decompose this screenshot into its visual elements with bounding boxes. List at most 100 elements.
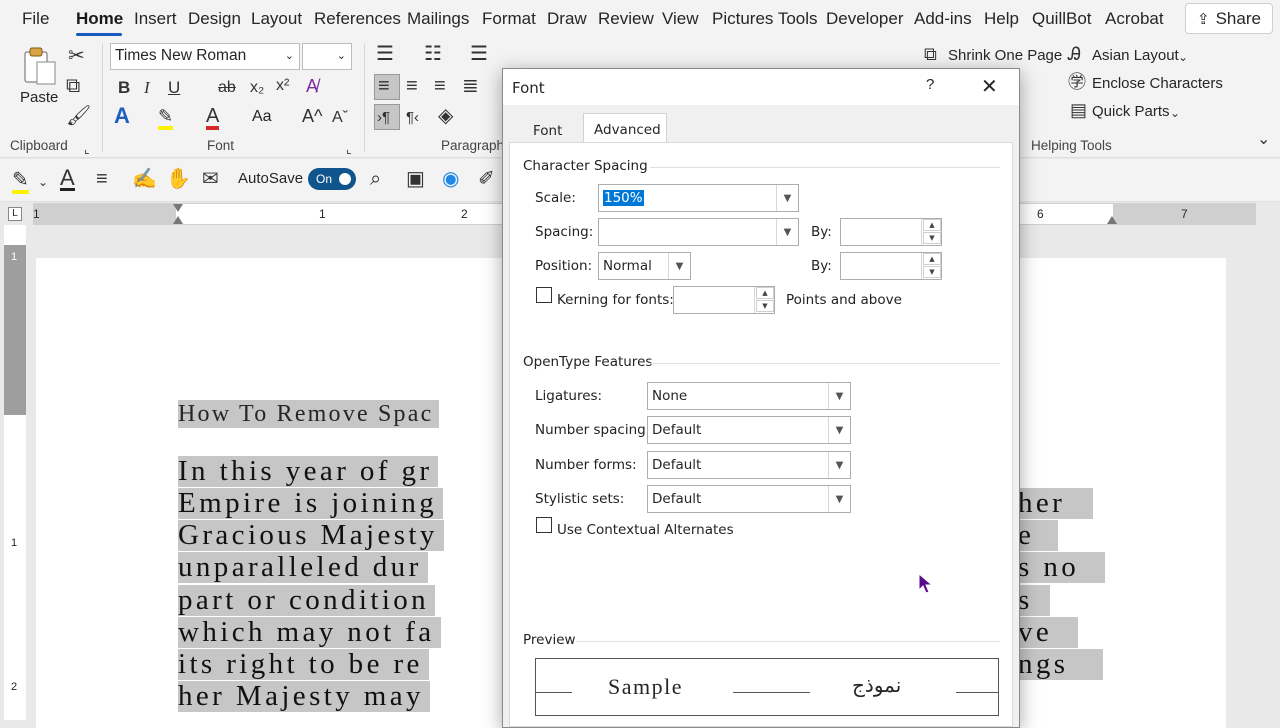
tab-mailings[interactable]: Mailings xyxy=(407,9,469,29)
tab-references[interactable]: References xyxy=(314,9,401,29)
spin-up-icon[interactable]: ▲ xyxy=(923,219,941,231)
tab-insert[interactable]: Insert xyxy=(134,9,177,29)
kerning-checkbox[interactable] xyxy=(536,287,552,303)
tab-acrobat[interactable]: Acrobat xyxy=(1105,9,1164,29)
superscript-icon[interactable]: x² xyxy=(276,76,289,96)
document-line-fragment[interactable]: s no xyxy=(1018,552,1105,583)
scale-combo[interactable]: 150% ▼ xyxy=(598,184,799,212)
clear-formatting-icon[interactable]: A̸ xyxy=(306,76,318,96)
asian-layout-button[interactable]: Asian Layout xyxy=(1092,47,1179,64)
highlighter-icon[interactable]: ✎ xyxy=(12,170,29,194)
align-icon[interactable]: ≡ xyxy=(96,169,108,189)
dialog-launcher-icon[interactable]: ⌞ xyxy=(346,139,352,159)
document-line[interactable]: unparalleled dur xyxy=(178,552,428,583)
tab-file[interactable]: File xyxy=(22,9,49,29)
tab-review[interactable]: Review xyxy=(598,9,654,29)
signature-icon[interactable]: ✉ xyxy=(202,169,219,189)
copy-icon[interactable]: ⧉ xyxy=(66,76,80,96)
tab-pictures-tools[interactable]: Pictures Tools xyxy=(712,9,818,29)
align-right-icon[interactable]: ≡ xyxy=(434,76,446,96)
position-by-spinner[interactable]: ▲ ▼ xyxy=(840,252,942,280)
collapse-ribbon-icon[interactable]: ⌄ xyxy=(1257,130,1270,150)
tab-font[interactable]: Font xyxy=(533,123,562,139)
tab-help[interactable]: Help xyxy=(984,9,1019,29)
underline-icon[interactable]: U xyxy=(168,78,180,98)
text-effects-icon[interactable]: A xyxy=(114,105,130,127)
document-line-fragment[interactable]: e xyxy=(1018,520,1058,551)
chevron-down-icon[interactable]: ▼ xyxy=(776,185,798,211)
spinner-arrows[interactable]: ▲ ▼ xyxy=(754,287,774,313)
font-color-icon[interactable]: A xyxy=(60,167,75,191)
document-line[interactable]: its right to be re xyxy=(178,649,429,680)
vertical-ruler[interactable]: 1 1 2 xyxy=(4,225,26,720)
rtl-icon[interactable]: ¶‹ xyxy=(406,108,419,128)
tab-quillbot[interactable]: QuillBot xyxy=(1032,9,1092,29)
document-line[interactable]: which may not fa xyxy=(178,617,441,648)
enclose-characters-button[interactable]: Enclose Characters xyxy=(1092,75,1223,92)
spin-down-icon[interactable]: ▼ xyxy=(923,232,941,244)
spinner-arrows[interactable]: ▲ ▼ xyxy=(921,219,941,245)
shading-icon[interactable]: ◈ xyxy=(438,106,453,126)
bullets-icon[interactable]: ☰ xyxy=(376,44,394,64)
align-center-icon[interactable]: ≡ xyxy=(406,76,418,96)
right-indent-marker[interactable] xyxy=(1107,216,1117,224)
numbering-icon[interactable]: ☷ xyxy=(424,44,442,64)
spin-down-icon[interactable]: ▼ xyxy=(756,300,774,312)
chevron-down-icon[interactable]: ▼ xyxy=(776,219,798,245)
document-line-fragment[interactable]: her xyxy=(1018,488,1093,519)
strikethrough-icon[interactable]: ab xyxy=(218,78,236,98)
search-icon[interactable]: ⌕ xyxy=(370,169,381,189)
spacing-combo[interactable]: ▼ xyxy=(598,218,799,246)
chevron-down-icon[interactable]: ▼ xyxy=(828,452,850,478)
document-line[interactable]: Empire is joining xyxy=(178,488,444,519)
kerning-spinner[interactable]: ▲ ▼ xyxy=(673,286,775,314)
ligatures-combo[interactable]: None ▼ xyxy=(647,382,851,410)
chevron-down-icon[interactable]: ▼ xyxy=(828,383,850,409)
hand-icon[interactable]: ✋ xyxy=(166,169,191,189)
close-icon[interactable]: ✕ xyxy=(981,74,998,99)
font-size-combo[interactable]: ⌄ xyxy=(302,43,352,70)
tab-selector-icon[interactable]: L xyxy=(8,207,22,221)
document-line[interactable]: In this year of gr xyxy=(178,456,439,487)
font-name-combo[interactable]: Times New Roman ⌄ xyxy=(110,43,300,70)
document-line-fragment[interactable]: ve xyxy=(1018,617,1078,648)
edit-icon[interactable]: ✐ xyxy=(478,169,495,189)
chevron-down-icon[interactable]: ⌄ xyxy=(38,172,48,192)
number-forms-combo[interactable]: Default ▼ xyxy=(647,451,851,479)
document-line-fragment[interactable]: s xyxy=(1018,585,1050,616)
document-heading[interactable]: How To Remove Spac xyxy=(178,400,440,428)
left-indent-marker[interactable] xyxy=(173,216,183,224)
help-button[interactable]: ? xyxy=(926,76,934,93)
change-case-button[interactable]: Aa xyxy=(252,108,272,126)
paste-icon[interactable] xyxy=(22,46,58,86)
bold-icon[interactable]: B xyxy=(118,78,130,98)
spin-up-icon[interactable]: ▲ xyxy=(756,287,774,299)
multilevel-list-icon[interactable]: ☰ xyxy=(470,44,488,64)
tab-developer[interactable]: Developer xyxy=(826,9,904,29)
tab-add-ins[interactable]: Add-ins xyxy=(914,9,972,29)
tab-layout[interactable]: Layout xyxy=(251,9,302,29)
shrink-font-icon[interactable]: Aˇ xyxy=(332,108,348,128)
dialog-launcher-icon[interactable]: ⌞ xyxy=(84,139,90,159)
spinner-arrows[interactable]: ▲ ▼ xyxy=(921,253,941,279)
document-line[interactable]: part or condition xyxy=(178,585,436,616)
tab-home[interactable]: Home xyxy=(76,9,123,29)
subscript-icon[interactable]: x₂ xyxy=(250,78,264,98)
tab-view[interactable]: View xyxy=(662,9,699,29)
chevron-down-icon[interactable]: ▼ xyxy=(828,486,850,512)
font-color-icon[interactable]: A xyxy=(206,106,220,130)
insert-picture-icon[interactable]: ▣ xyxy=(406,169,425,189)
paste-button[interactable]: Paste xyxy=(20,89,58,106)
chevron-down-icon[interactable]: ▼ xyxy=(668,253,690,279)
spacing-by-spinner[interactable]: ▲ ▼ xyxy=(840,218,942,246)
document-line[interactable]: Gracious Majesty xyxy=(178,520,444,551)
document-line[interactable]: her Majesty may xyxy=(178,681,430,712)
spin-up-icon[interactable]: ▲ xyxy=(923,253,941,265)
circle-icon[interactable]: ◉ xyxy=(442,169,459,189)
grow-font-icon[interactable]: A^ xyxy=(302,106,322,126)
justify-icon[interactable]: ≣ xyxy=(462,76,479,96)
cut-icon[interactable]: ✂ xyxy=(68,46,85,66)
tab-format[interactable]: Format xyxy=(482,9,536,29)
tab-draw[interactable]: Draw xyxy=(547,9,587,29)
first-line-indent-marker[interactable] xyxy=(173,204,183,212)
